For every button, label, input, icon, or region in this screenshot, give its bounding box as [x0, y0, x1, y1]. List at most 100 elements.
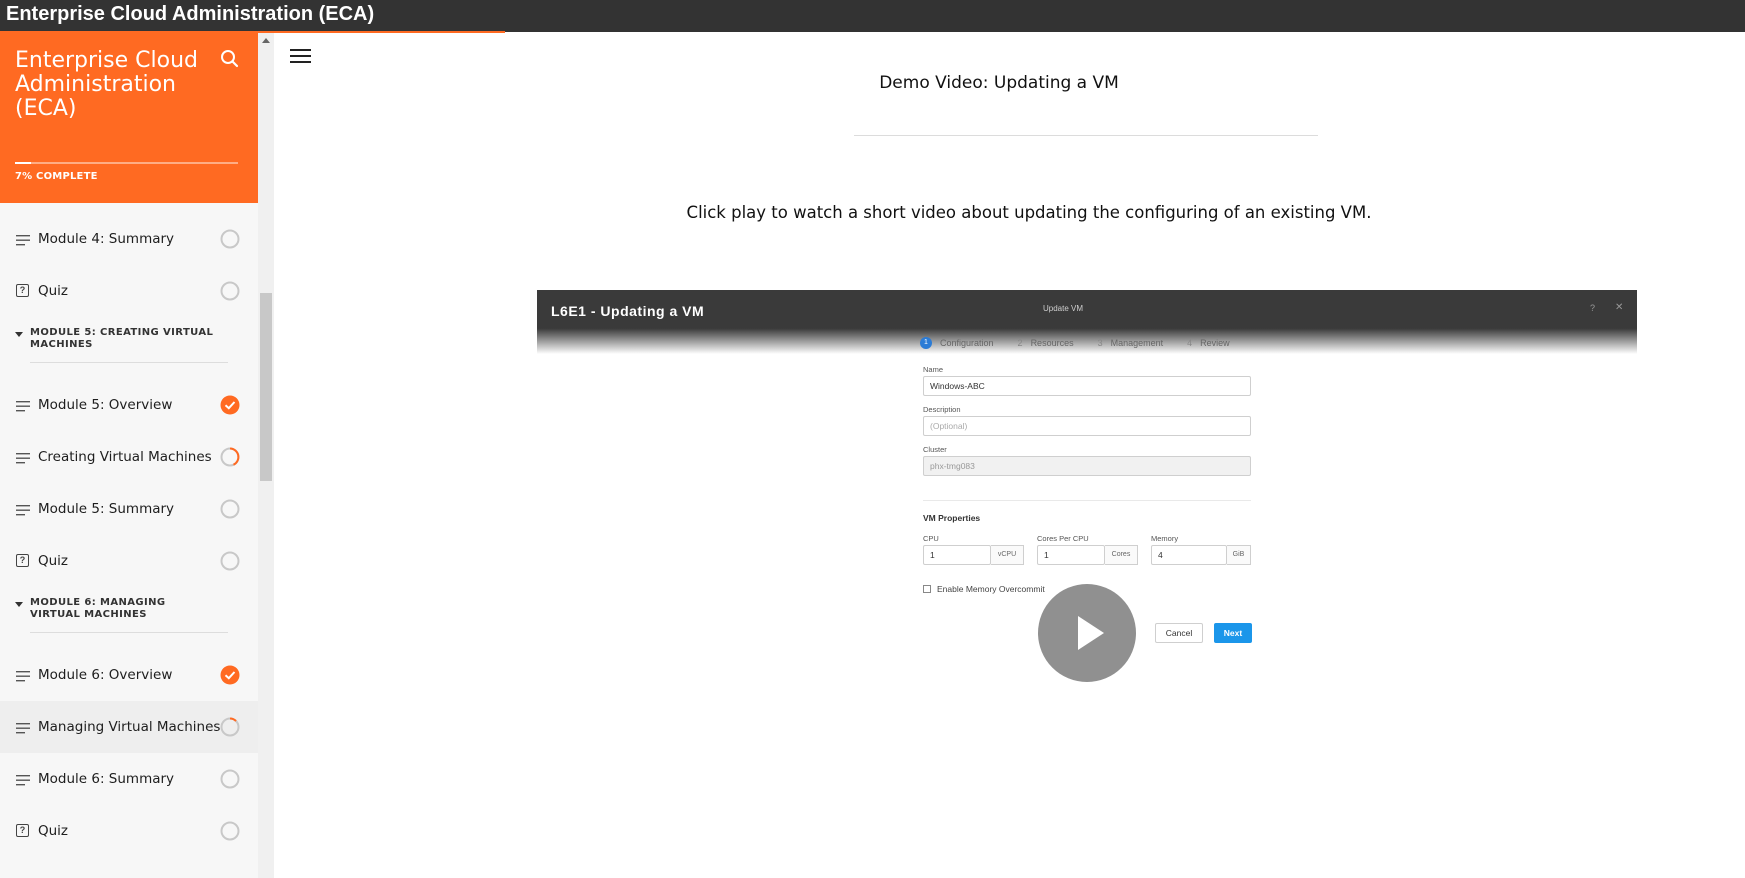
lesson-description: Click play to watch a short video about …	[686, 203, 1372, 222]
sidebar-item-label: Module 5: Summary	[38, 501, 175, 517]
lesson-lines-icon	[16, 503, 30, 516]
memory-label: Memory	[1151, 534, 1179, 543]
wizard-steps: 1 Configuration 2 Resources 3 Management…	[920, 337, 1230, 349]
step-number: 2	[1017, 338, 1023, 348]
sidebar-item-quiz[interactable]: ? Quiz	[0, 265, 258, 317]
section-divider	[30, 632, 228, 633]
caret-down-icon	[15, 332, 23, 337]
section-divider	[30, 362, 228, 363]
search-icon[interactable]	[218, 47, 242, 71]
sidebar-item-label: Quiz	[38, 823, 69, 839]
sidebar-item-lesson[interactable]: Module 6: Summary	[0, 753, 258, 805]
step-badge: 1	[920, 337, 932, 349]
cluster-label: Cluster	[923, 445, 947, 454]
vm-description-field: (Optional)	[923, 416, 1251, 436]
section-label: MODULE 5: CREATING VIRTUAL MACHINES	[30, 327, 214, 350]
section-label: MODULE 6: MANAGING VIRTUAL MACHINES	[30, 597, 166, 620]
course-title: Enterprise Cloud Administration (ECA)	[15, 48, 199, 121]
step-label: Resources	[1030, 338, 1074, 348]
overcommit-label: Enable Memory Overcommit	[937, 584, 1045, 594]
sidebar-item-label: Managing Virtual Machines	[38, 719, 221, 735]
cores-label: Cores Per CPU	[1037, 534, 1089, 543]
progress-ring-icon	[220, 717, 240, 737]
lesson-lines-icon	[16, 773, 30, 786]
overcommit-checkbox	[923, 585, 931, 593]
scroll-thumb[interactable]	[260, 293, 272, 481]
sidebar-item-label: Module 6: Summary	[38, 771, 175, 787]
sidebar-item-label: Module 5: Overview	[38, 397, 173, 413]
sidebar-item-quiz[interactable]: ? Quiz	[0, 805, 258, 857]
course-progress-fill	[15, 162, 31, 164]
step-number: 4	[1187, 338, 1193, 348]
sidebar-item-quiz[interactable]: ? Quiz	[0, 535, 258, 587]
check-circle-icon	[220, 665, 240, 685]
window-titlebar: Enterprise Cloud Administration (ECA)	[0, 0, 1745, 33]
cpu-field: 1	[923, 545, 991, 565]
lesson-lines-icon	[16, 721, 30, 734]
menu-icon[interactable]	[290, 47, 312, 65]
empty-circle-icon	[220, 551, 240, 571]
quiz-icon: ?	[16, 284, 29, 297]
section-divider	[923, 500, 1251, 501]
name-label: Name	[923, 365, 944, 374]
window-title: Enterprise Cloud Administration (ECA)	[6, 3, 375, 25]
empty-circle-icon	[220, 821, 240, 841]
course-progress-bar	[15, 162, 238, 164]
lesson-lines-icon	[16, 669, 30, 682]
memory-field: 4	[1151, 545, 1227, 565]
progress-label: 7% COMPLETE	[15, 171, 98, 182]
close-icon: ✕	[1615, 302, 1624, 313]
lesson-lines-icon	[16, 233, 30, 246]
step-label: Management	[1110, 338, 1164, 348]
memory-unit: GiB	[1227, 545, 1251, 565]
lesson-lines-icon	[16, 451, 30, 464]
sidebar-item-label: Module 4: Summary	[38, 231, 175, 247]
title-divider	[854, 135, 1318, 136]
empty-circle-icon	[220, 229, 240, 249]
play-button[interactable]	[1038, 584, 1136, 682]
caret-down-icon	[15, 602, 23, 607]
course-sidebar: Enterprise Cloud Administration (ECA) 7%…	[0, 33, 258, 878]
video-player[interactable]: L6E1 - Updating a VM Update VM ? ✕ 1 Con…	[537, 290, 1637, 682]
cores-unit: Cores	[1105, 545, 1138, 565]
step-number: 3	[1097, 338, 1103, 348]
dialog-title: Update VM	[1042, 304, 1084, 313]
sidebar-item-lesson[interactable]: Module 5: Summary	[0, 483, 258, 535]
play-icon	[1078, 616, 1104, 650]
module-section-header[interactable]: MODULE 6: MANAGING VIRTUAL MACHINES	[0, 587, 258, 649]
check-circle-icon	[220, 395, 240, 415]
sidebar-scrollbar[interactable]	[258, 33, 274, 878]
quiz-icon: ?	[16, 554, 29, 567]
dialog-cancel-button: Cancel	[1155, 623, 1203, 643]
cluster-select: phx-tmg083	[923, 456, 1251, 476]
help-icon: ?	[1590, 303, 1596, 313]
cpu-label: CPU	[923, 534, 939, 543]
description-label: Description	[923, 405, 961, 414]
dialog-next-button: Next	[1214, 623, 1252, 643]
module-section-header[interactable]: MODULE 5: CREATING VIRTUAL MACHINES	[0, 317, 258, 379]
sidebar-item-label: Quiz	[38, 553, 69, 569]
empty-circle-icon	[220, 281, 240, 301]
cpu-unit: vCPU	[991, 545, 1024, 565]
sidebar-header: Enterprise Cloud Administration (ECA) 7%…	[0, 33, 258, 203]
vm-properties-heading: VM Properties	[923, 513, 981, 523]
sidebar-item-lesson[interactable]: Creating Virtual Machines	[0, 431, 258, 483]
sidebar-item-label: Module 6: Overview	[38, 667, 173, 683]
sidebar-item-lesson[interactable]: Module 6: Overview	[0, 649, 258, 701]
lesson-title: Demo Video: Updating a VM	[879, 73, 1119, 93]
empty-circle-icon	[220, 499, 240, 519]
scroll-up-arrow-icon[interactable]	[262, 38, 270, 43]
sidebar-item-label: Creating Virtual Machines	[38, 449, 212, 465]
cores-field: 1	[1037, 545, 1105, 565]
sidebar-item-lesson[interactable]: Managing Virtual Machines	[0, 701, 258, 753]
step-label: Review	[1200, 338, 1230, 348]
lesson-content: Demo Video: Updating a VM Click play to …	[274, 33, 1745, 878]
lesson-lines-icon	[16, 399, 30, 412]
lesson-list: Module 4: Summary? Quiz MODULE 5: CREATING…	[0, 213, 258, 857]
quiz-icon: ?	[16, 824, 29, 837]
empty-circle-icon	[220, 769, 240, 789]
sidebar-item-lesson[interactable]: Module 5: Overview	[0, 379, 258, 431]
vm-name-field: Windows-ABC	[923, 376, 1251, 396]
sidebar-item-lesson[interactable]: Module 4: Summary	[0, 213, 258, 265]
sidebar-item-label: Quiz	[38, 283, 69, 299]
